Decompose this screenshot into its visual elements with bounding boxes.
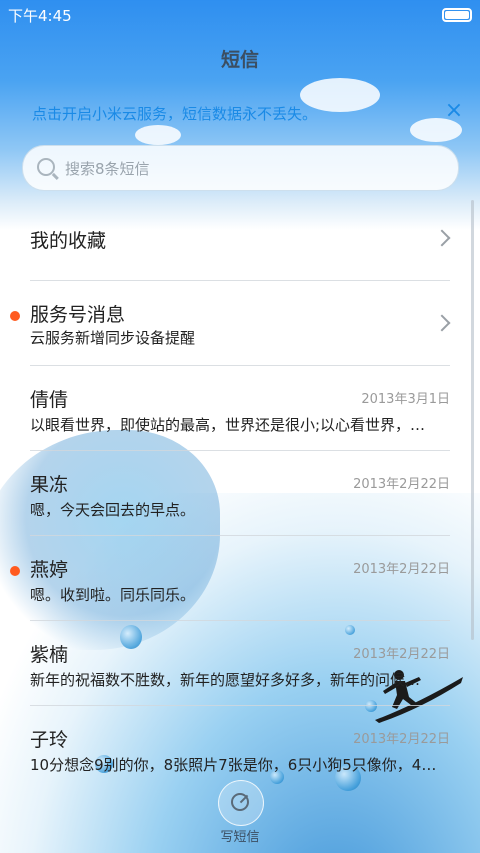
conversation-name: 燕婷 [30, 559, 69, 581]
list-item-favorites[interactable]: 我的收藏 [30, 196, 451, 281]
conversation-name: 服务号消息 [30, 304, 126, 326]
battery-icon [442, 8, 472, 22]
scrollbar[interactable] [471, 200, 474, 640]
conversation-preview: 云服务新增同步设备提醒 [30, 329, 196, 347]
conversation-preview: 以眼看世界，即使站的最高，世界还是很小;以心看世界，… [30, 416, 426, 434]
status-time: 下午4:45 [8, 7, 72, 25]
list-item-conversation[interactable]: 子玲 2013年2月22日 10分想念9别的你，8张照片7张是你，6只小狗5只像… [30, 706, 450, 790]
compose-label[interactable]: 写短信 [0, 826, 480, 845]
conversation-preview: 嗯。收到啦。同乐同乐。 [30, 586, 196, 604]
cloud-decoration [135, 125, 181, 145]
search-input[interactable] [63, 146, 447, 192]
search-bar[interactable] [22, 145, 459, 192]
conversation-date: 2013年2月22日 [353, 562, 450, 577]
conversation-preview: 10分想念9别的你，8张照片7张是你，6只小狗5只像你，4… [30, 756, 437, 774]
conversation-preview: 新年的祝福数不胜数，新年的愿望好多好多，新年的问候… [30, 671, 421, 689]
list-item-conversation[interactable]: 果冻 2013年2月22日 嗯，今天会回去的早点。 [30, 451, 450, 536]
list-item-service-messages[interactable]: 服务号消息 云服务新增同步设备提醒 [10, 281, 451, 366]
conversation-preview: 嗯，今天会回去的早点。 [30, 501, 196, 519]
conversation-list: 我的收藏 服务号消息 云服务新增同步设备提醒 倩倩 2013年3月1日 以眼看世… [0, 196, 480, 790]
conversation-date: 2013年2月22日 [353, 732, 450, 747]
list-item-conversation[interactable]: 紫楠 2013年2月22日 新年的祝福数不胜数，新年的愿望好多好多，新年的问候… [30, 621, 450, 706]
compose-icon [231, 793, 249, 811]
status-bar: 下午4:45 [0, 0, 480, 28]
unread-dot [10, 566, 20, 576]
list-item-conversation[interactable]: 燕婷 2013年2月22日 嗯。收到啦。同乐同乐。 [10, 536, 450, 621]
conversation-name: 果冻 [30, 474, 69, 496]
conversation-name: 我的收藏 [30, 230, 107, 252]
conversation-name: 紫楠 [30, 644, 69, 666]
conversation-name: 子玲 [30, 729, 69, 751]
close-icon[interactable]: × [444, 100, 464, 122]
cloud-service-banner[interactable]: 点击开启小米云服务，短信数据永不丢失。 [32, 103, 317, 124]
chevron-right-icon [433, 229, 451, 247]
conversation-date: 2013年2月22日 [353, 647, 450, 662]
page-title: 短信 [220, 49, 259, 71]
conversation-date: 2013年2月22日 [353, 477, 450, 492]
conversation-date: 2013年3月1日 [361, 392, 450, 407]
conversation-name: 倩倩 [30, 389, 69, 411]
unread-dot [10, 311, 20, 321]
search-icon [37, 158, 55, 176]
list-item-conversation[interactable]: 倩倩 2013年3月1日 以眼看世界，即使站的最高，世界还是很小;以心看世界，… [30, 366, 450, 451]
compose-button[interactable] [218, 780, 264, 826]
